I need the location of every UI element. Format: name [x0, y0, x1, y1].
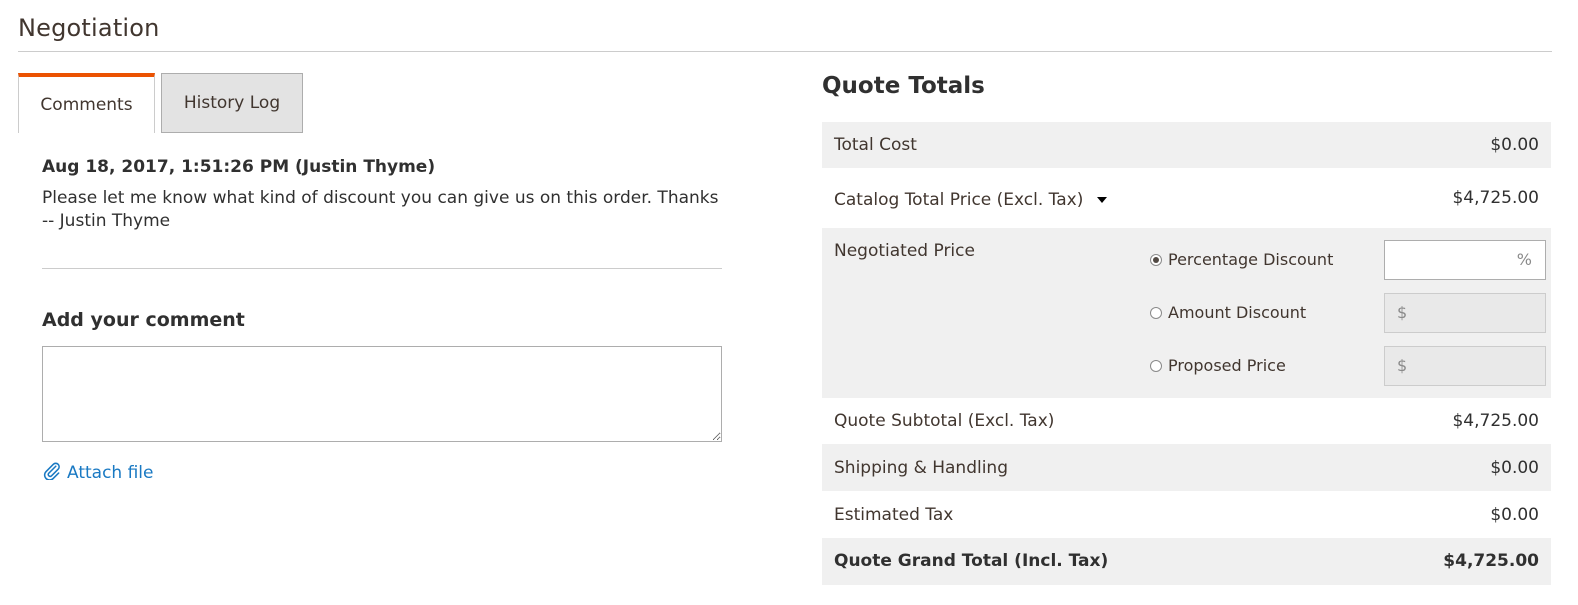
- tab-history-log[interactable]: History Log: [161, 73, 303, 133]
- amount-discount-radio[interactable]: [1150, 306, 1162, 319]
- percentage-discount-radio[interactable]: [1150, 253, 1162, 266]
- percentage-discount-input[interactable]: %: [1384, 240, 1546, 280]
- comment-divider: [42, 268, 722, 269]
- tab-comments[interactable]: Comments: [18, 73, 155, 133]
- quote-subtotal-label: Quote Subtotal (Excl. Tax): [834, 411, 1055, 431]
- shipping-label: Shipping & Handling: [834, 458, 1009, 478]
- proposed-price-input[interactable]: $: [1384, 346, 1546, 386]
- total-cost-value: $0.00: [1490, 135, 1539, 155]
- catalog-total-toggle[interactable]: Catalog Total Price (Excl. Tax): [834, 190, 1108, 210]
- quote-subtotal-row: Quote Subtotal (Excl. Tax) $4,725.00: [822, 398, 1551, 444]
- comment-textarea[interactable]: [42, 346, 722, 442]
- catalog-total-row: Catalog Total Price (Excl. Tax) $4,725.0…: [822, 168, 1551, 228]
- negotiated-price-row: Negotiated Price Percentage Discount % A…: [822, 228, 1551, 398]
- quote-subtotal-value: $4,725.00: [1452, 411, 1539, 431]
- grand-total-row: Quote Grand Total (Incl. Tax) $4,725.00: [822, 538, 1551, 585]
- proposed-price-label[interactable]: Proposed Price: [1168, 356, 1286, 375]
- estimated-tax-value: $0.00: [1490, 505, 1539, 525]
- proposed-currency-unit: $: [1397, 356, 1408, 375]
- paperclip-icon: [42, 461, 67, 485]
- amount-discount-input[interactable]: $: [1384, 293, 1546, 333]
- total-cost-row: Total Cost $0.00: [822, 122, 1551, 168]
- comment-text: Please let me know what kind of discount…: [42, 188, 719, 231]
- proposed-price-option[interactable]: Proposed Price: [1150, 356, 1286, 375]
- grand-total-value: $4,725.00: [1443, 551, 1539, 571]
- negotiated-price-label: Negotiated Price: [834, 241, 975, 261]
- comment-author-date: Aug 18, 2017, 1:51:26 PM (Justin Thyme): [42, 157, 436, 177]
- caret-down-icon[interactable]: [1097, 197, 1108, 203]
- percentage-discount-option[interactable]: Percentage Discount: [1150, 250, 1333, 269]
- shipping-row: Shipping & Handling $0.00: [822, 444, 1551, 491]
- total-cost-label: Total Cost: [834, 135, 917, 155]
- amount-discount-option[interactable]: Amount Discount: [1150, 303, 1306, 322]
- proposed-price-radio[interactable]: [1150, 359, 1162, 372]
- grand-total-label: Quote Grand Total (Incl. Tax): [834, 551, 1109, 571]
- estimated-tax-row: Estimated Tax $0.00: [822, 491, 1551, 538]
- add-comment-heading: Add your comment: [42, 309, 245, 331]
- title-divider: [18, 51, 1552, 52]
- catalog-total-value: $4,725.00: [1452, 188, 1539, 208]
- amount-discount-label[interactable]: Amount Discount: [1168, 303, 1306, 322]
- catalog-total-label[interactable]: Catalog Total Price (Excl. Tax): [834, 190, 1083, 210]
- attach-file-label[interactable]: Attach file: [67, 463, 154, 483]
- percentage-discount-label[interactable]: Percentage Discount: [1168, 250, 1333, 269]
- attach-file-link[interactable]: Attach file: [42, 461, 154, 485]
- shipping-value: $0.00: [1490, 458, 1539, 478]
- percent-unit: %: [1516, 250, 1532, 269]
- quote-totals-heading: Quote Totals: [822, 73, 985, 99]
- amount-currency-unit: $: [1397, 303, 1408, 322]
- estimated-tax-label: Estimated Tax: [834, 505, 954, 525]
- page-title: Negotiation: [18, 14, 160, 42]
